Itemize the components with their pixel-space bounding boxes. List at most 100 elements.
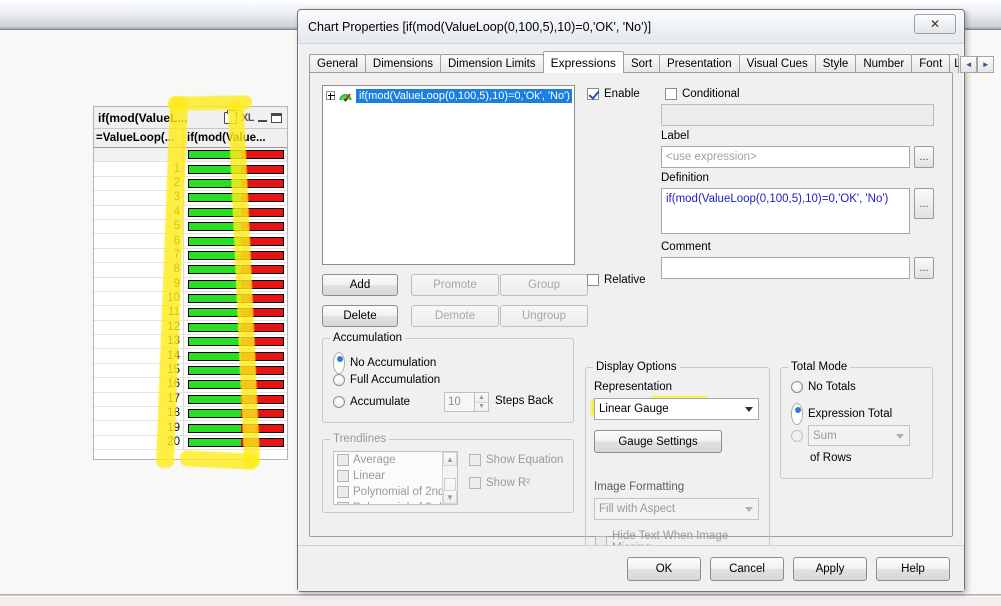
trendline-item[interactable]: Polynomial of 2nd d <box>334 484 457 500</box>
table-cell-expression[interactable] <box>184 407 287 420</box>
aggregation-radio[interactable] <box>791 429 803 442</box>
table-row[interactable]: 17 <box>94 392 287 408</box>
help-button[interactable]: Help <box>876 556 950 581</box>
steps-back-stepper[interactable]: 10 ▲ ▼ <box>444 392 489 412</box>
trendline-item[interactable]: Linear <box>334 468 457 484</box>
table-row[interactable]: 19 <box>94 421 287 436</box>
image-formatting-chevron-down-icon[interactable] <box>745 507 753 512</box>
relative-checkbox-row[interactable]: Relative <box>587 274 646 286</box>
tab-la[interactable]: La <box>949 54 960 73</box>
table-cell-expression[interactable] <box>184 349 287 362</box>
no-totals-radio[interactable] <box>791 381 803 393</box>
table-cell-expression[interactable] <box>184 436 287 449</box>
table-cell-expression[interactable] <box>184 292 287 305</box>
table-cell-dimension[interactable]: 11 <box>94 306 184 320</box>
conditional-checkbox[interactable] <box>665 88 677 100</box>
table-cell-dimension[interactable]: 8 <box>94 263 184 277</box>
table-cell-expression[interactable] <box>184 206 287 219</box>
enable-checkbox-row[interactable]: Enable <box>587 88 640 100</box>
table-caption-bar[interactable]: if(mod(ValueL... XL <box>94 107 287 129</box>
table-row[interactable]: 10 <box>94 291 287 307</box>
cancel-button[interactable]: Cancel <box>710 556 784 581</box>
chevron-down-icon[interactable] <box>745 407 753 412</box>
table-cell-dimension[interactable]: 3 <box>94 191 184 205</box>
tab-expressions[interactable]: Expressions <box>542 51 624 73</box>
aggregation-chevron-down-icon[interactable] <box>896 433 904 439</box>
table-cell-dimension[interactable]: 12 <box>94 320 184 335</box>
aggregation-select[interactable]: Sum <box>808 425 910 446</box>
table-cell-expression[interactable] <box>184 263 287 276</box>
table-cell-dimension[interactable]: 19 <box>94 421 184 435</box>
enable-checkbox[interactable] <box>587 88 599 100</box>
conditional-input[interactable] <box>661 104 934 126</box>
full-accumulation-radio[interactable] <box>333 374 345 386</box>
table-cell-expression[interactable] <box>184 191 287 204</box>
definition-ellipsis-button[interactable]: ... <box>914 188 934 219</box>
no-accumulation-radio[interactable] <box>333 352 345 374</box>
table-cell-dimension[interactable]: 1 <box>94 162 184 176</box>
trendline-checkbox[interactable] <box>337 470 349 482</box>
radio-aggregation[interactable]: Sum <box>791 425 910 446</box>
expression-total-radio[interactable] <box>791 403 803 425</box>
table-cell-dimension[interactable]: 6 <box>94 234 184 248</box>
table-cell-dimension[interactable]: 18 <box>94 407 184 421</box>
table-row[interactable]: 5 <box>94 219 287 235</box>
accumulate-radio[interactable] <box>333 396 345 408</box>
table-cell-expression[interactable] <box>184 378 287 391</box>
table-row[interactable]: 14 <box>94 349 287 364</box>
comment-input[interactable] <box>661 257 910 279</box>
table-cell-expression[interactable] <box>184 162 287 175</box>
gauge-settings-button[interactable]: Gauge Settings <box>594 430 722 453</box>
promote-button[interactable]: Promote <box>411 274 499 296</box>
tab-general[interactable]: General <box>309 54 366 73</box>
column-header-dimension[interactable]: =ValueLoop(... <box>94 129 184 147</box>
image-formatting-select[interactable]: Fill with Aspect <box>594 498 759 520</box>
add-button[interactable]: Add <box>322 274 398 296</box>
trendline-checkbox[interactable] <box>337 454 349 466</box>
ungroup-button[interactable]: Ungroup <box>500 305 588 327</box>
table-cell-dimension[interactable]: 4 <box>94 205 184 219</box>
tab-sort[interactable]: Sort <box>622 54 661 73</box>
tab-scroll-right-icon[interactable]: ► <box>977 56 995 73</box>
table-cell-expression[interactable] <box>184 321 287 334</box>
definition-input[interactable]: if(mod(ValueLoop(0,100,5),10)=0,'OK', 'N… <box>661 188 910 234</box>
maximize-icon[interactable] <box>271 112 282 123</box>
table-row[interactable]: 11 <box>94 306 287 321</box>
show-r2-checkbox[interactable] <box>469 477 481 489</box>
representation-select[interactable]: Linear Gauge <box>594 398 759 420</box>
expression-list[interactable]: if(mod(ValueLoop(0,100,5),10)=0,'Ok', 'N… <box>322 85 575 265</box>
comment-ellipsis-button[interactable]: ... <box>914 257 934 279</box>
show-equation-checkbox[interactable] <box>469 454 481 466</box>
table-cell-dimension[interactable]: 9 <box>94 277 184 291</box>
tab-dimensions[interactable]: Dimensions <box>364 54 441 73</box>
table-cell-dimension[interactable]: 14 <box>94 349 184 363</box>
demote-button[interactable]: Demote <box>411 305 499 327</box>
trendline-checkbox[interactable] <box>337 486 349 498</box>
table-row[interactable]: 3 <box>94 191 287 206</box>
tab-dimension-limits[interactable]: Dimension Limits <box>440 54 544 73</box>
steps-back-spin-buttons[interactable]: ▲ ▼ <box>474 392 489 412</box>
ok-button[interactable]: OK <box>627 556 701 581</box>
table-row[interactable]: 7 <box>94 248 287 264</box>
conditional-checkbox-row[interactable]: Conditional <box>665 88 740 100</box>
scroll-up-icon[interactable]: ▲ <box>443 452 457 466</box>
dialog-title-bar[interactable]: Chart Properties [if(mod(ValueLoop(0,100… <box>298 10 964 44</box>
expression-tree-label[interactable]: if(mod(ValueLoop(0,100,5),10)=0,'Ok', 'N… <box>356 88 572 103</box>
radio-no-accumulation[interactable]: No Accumulation <box>333 352 436 374</box>
print-icon[interactable] <box>223 109 237 124</box>
trendline-checkbox[interactable] <box>337 502 349 504</box>
table-cell-expression[interactable] <box>184 278 287 291</box>
table-row[interactable]: 6 <box>94 234 287 249</box>
table-cell-expression[interactable] <box>184 421 287 434</box>
table-cell-dimension[interactable]: 15 <box>94 363 184 378</box>
tab-style[interactable]: Style <box>814 54 857 73</box>
chart-table-object[interactable]: if(mod(ValueL... XL =ValueLoop(... if(mo… <box>93 106 288 460</box>
table-cell-dimension[interactable]: 7 <box>94 248 184 263</box>
table-cell-dimension[interactable] <box>94 148 184 162</box>
table-row[interactable]: 8 <box>94 263 287 278</box>
trendlines-listbox[interactable]: Average Linear Polynomial of 2nd d Polynomi… <box>333 451 458 505</box>
expression-tree-node[interactable]: if(mod(ValueLoop(0,100,5),10)=0,'Ok', 'N… <box>326 88 572 103</box>
radio-accumulate[interactable]: Accumulate <box>333 396 410 408</box>
table-cell-dimension[interactable]: 16 <box>94 378 184 392</box>
table-cell-dimension[interactable]: 13 <box>94 335 184 349</box>
